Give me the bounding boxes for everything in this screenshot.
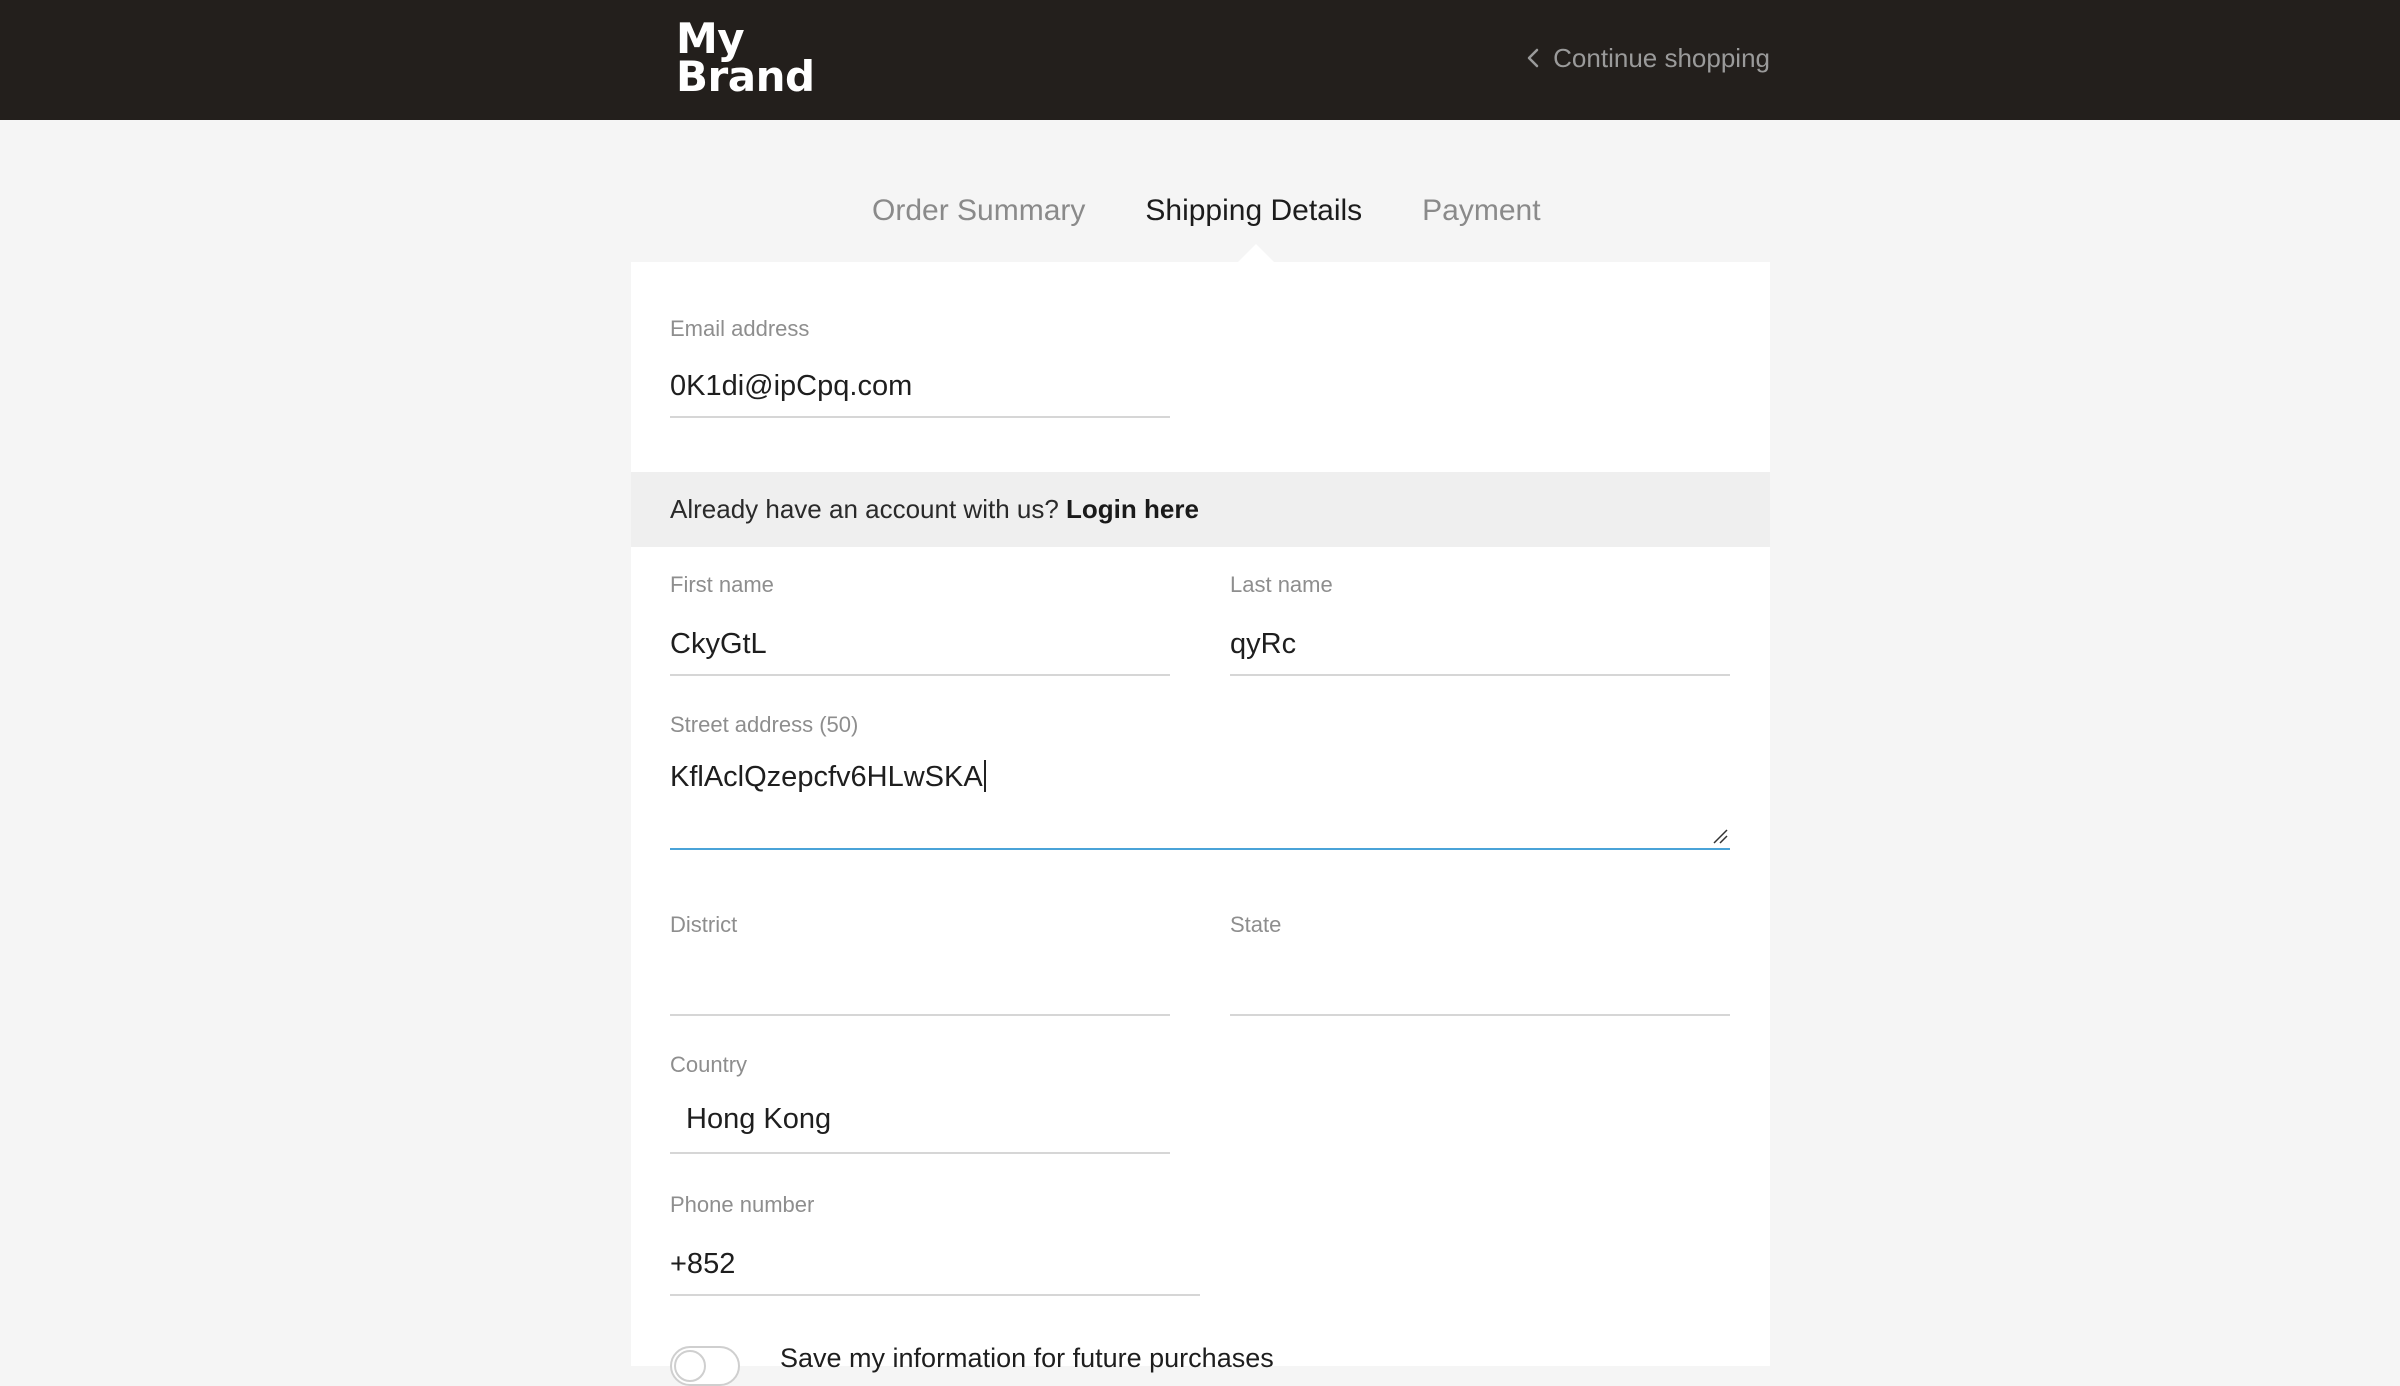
- street-address-value: KflAclQzepcfv6HLwSKA: [670, 761, 983, 793]
- tab-shipping-details[interactable]: Shipping Details: [1145, 186, 1362, 236]
- continue-shopping-label: Continue shopping: [1553, 43, 1770, 73]
- logo-line-2: Brand: [676, 52, 815, 101]
- continue-shopping-link[interactable]: Continue shopping: [1525, 40, 1770, 76]
- login-link[interactable]: Login here: [1066, 494, 1199, 524]
- country-selected-value: Hong Kong: [686, 1103, 832, 1135]
- top-bar: My Brand Continue shopping: [0, 0, 2400, 120]
- first-name-field-group: First name: [670, 570, 1170, 676]
- state-label: State: [1230, 912, 1282, 937]
- toggle-knob: [674, 1350, 706, 1382]
- brand-logo[interactable]: My Brand: [676, 18, 815, 101]
- login-prompt-text: Already have an account with us?: [670, 494, 1059, 524]
- last-name-input[interactable]: [1230, 614, 1730, 676]
- street-address-textarea[interactable]: KflAclQzepcfv6HLwSKA: [670, 740, 1730, 850]
- district-input[interactable]: [670, 954, 1170, 1016]
- state-input[interactable]: [1230, 954, 1730, 1016]
- country-select[interactable]: Hong Kong: [670, 1092, 1170, 1154]
- district-label: District: [670, 912, 738, 937]
- email-input[interactable]: [670, 356, 1170, 418]
- first-name-input[interactable]: [670, 614, 1170, 676]
- country-label: Country: [670, 1052, 748, 1077]
- country-field-group: Country Hong Kong: [670, 1050, 1170, 1154]
- street-address-field-group: Street address (50) KflAclQzepcfv6HLwSKA: [670, 710, 1730, 850]
- street-address-label: Street address (50): [670, 712, 859, 737]
- phone-input[interactable]: [670, 1234, 1200, 1296]
- active-step-indicator: [1238, 244, 1274, 262]
- chevron-left-icon: [1527, 48, 1539, 68]
- phone-field-group: Phone number: [670, 1190, 1200, 1296]
- email-label: Email address: [670, 316, 810, 341]
- phone-label: Phone number: [670, 1192, 815, 1217]
- email-field-group: Email address: [670, 314, 1170, 418]
- checkout-steps: Order Summary Shipping Details Payment: [872, 186, 1541, 236]
- last-name-label: Last name: [1230, 572, 1333, 597]
- tab-payment[interactable]: Payment: [1422, 186, 1540, 236]
- first-name-label: First name: [670, 572, 774, 597]
- save-info-label: Save my information for future purchases: [780, 1343, 1274, 1373]
- district-field-group: District: [670, 910, 1170, 1016]
- last-name-field-group: Last name: [1230, 570, 1730, 676]
- text-caret: [983, 760, 986, 792]
- resize-grip-icon[interactable]: [1712, 828, 1728, 844]
- login-prompt-bar: Already have an account with us? Login h…: [631, 472, 1770, 547]
- state-field-group: State: [1230, 910, 1730, 1016]
- save-info-toggle[interactable]: [670, 1346, 740, 1386]
- tab-order-summary[interactable]: Order Summary: [872, 186, 1085, 236]
